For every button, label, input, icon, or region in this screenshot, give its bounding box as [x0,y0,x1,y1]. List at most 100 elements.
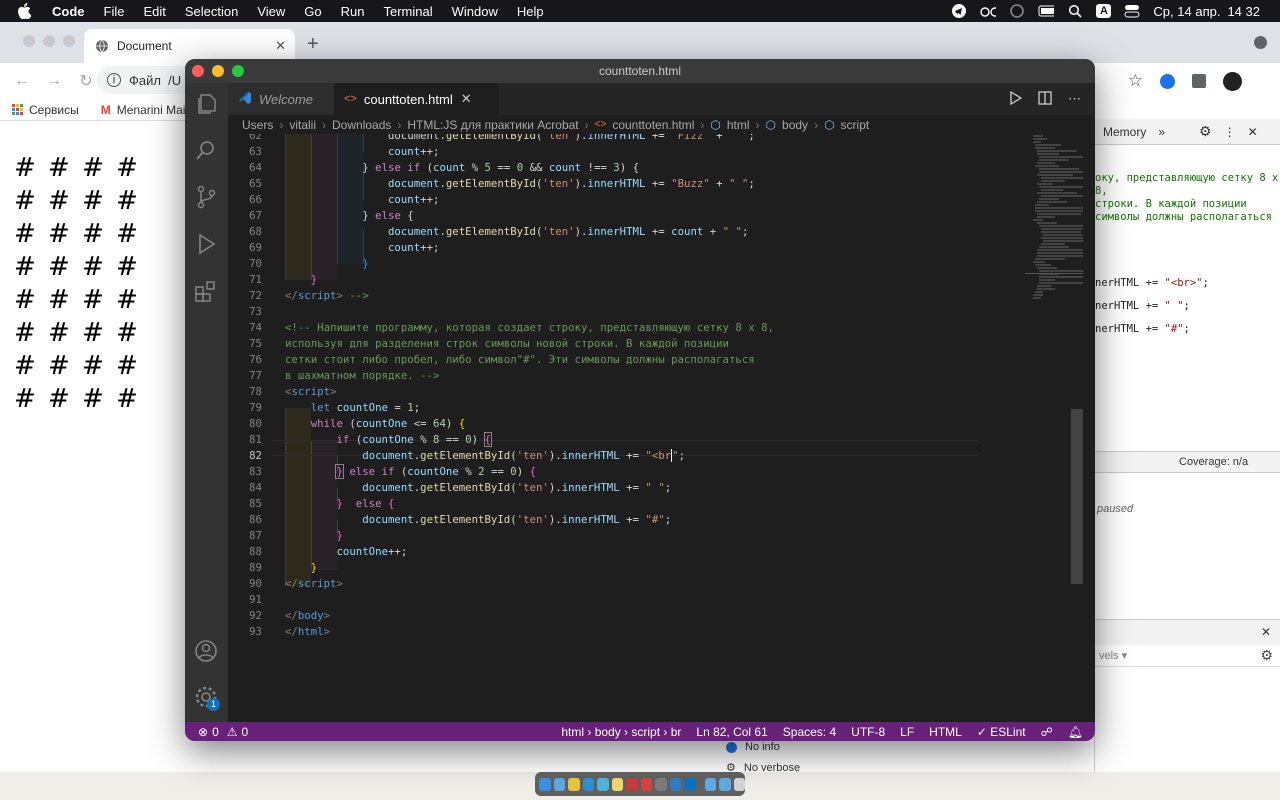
status-path[interactable]: html › body › script › br [561,725,681,739]
forward-icon[interactable]: → [44,72,64,90]
dock-app-icon[interactable] [655,777,667,791]
back-icon[interactable]: ← [12,72,32,90]
breadcrumb-item[interactable]: Users [242,118,273,132]
close-window-button[interactable] [192,65,204,77]
breadcrumb-item[interactable]: vitalii [289,118,316,132]
dock-app-icon[interactable] [553,777,565,791]
dock-app-icon[interactable] [626,777,638,791]
split-editor-icon[interactable] [1038,91,1052,108]
close-tab-icon[interactable]: ✕ [461,91,472,107]
breadcrumb-item[interactable]: body [782,118,808,132]
menu-file[interactable]: File [104,4,125,19]
control-center-icon[interactable] [1124,4,1140,18]
dock-app-icon[interactable] [669,777,681,791]
spotlight-search-icon[interactable] [1067,4,1083,18]
breadcrumb-item[interactable]: script [841,118,870,132]
more-actions-icon[interactable]: ⋯ [1068,91,1081,108]
bookmark-apps[interactable]: Сервисы [12,103,79,117]
close-tab-icon[interactable]: ✕ [275,38,286,54]
log-levels-dropdown[interactable]: vels ▾ [1099,650,1127,662]
menu-terminal[interactable]: Terminal [384,4,433,19]
menu-window[interactable]: Window [452,4,498,19]
chrome-tab-document[interactable]: Document ✕ [84,29,295,63]
manage-gear-icon[interactable]: 1 [193,684,220,711]
dock-app-icon[interactable] [611,777,623,791]
battery-icon[interactable] [1038,4,1055,18]
problems-indicator[interactable]: ⊗ 0 ⚠ 0 [198,725,248,739]
breadcrumb-item[interactable]: HTML:JS для практики Acrobat [407,118,578,132]
keyboard-layout-icon[interactable]: A [1096,4,1112,18]
breadcrumb-item[interactable]: Downloads [332,118,391,132]
console-close-icon[interactable]: ✕ [1261,625,1271,639]
apple-icon[interactable] [17,3,33,19]
console-settings-icon[interactable]: ⚙ [1260,647,1273,664]
minimize-window-button[interactable] [212,65,224,77]
status-eslint[interactable]: ✓ ESLint [977,725,1026,739]
extensions-icon[interactable] [193,277,219,303]
dock-app-icon[interactable] [597,777,609,791]
dock-folder-icon[interactable] [704,777,716,791]
source-token: nerHTML += [1095,277,1165,289]
devtools-tab-memory[interactable]: Memory [1103,125,1146,139]
feedback-icon[interactable]: ☍ [1041,725,1053,739]
run-icon[interactable] [1008,90,1023,108]
menu-app-name[interactable]: Code [52,4,85,19]
status-eol[interactable]: LF [900,725,914,739]
bookmark-mail[interactable]: M Menarini Mail [101,103,188,117]
source-control-icon[interactable] [193,184,219,210]
dock-app-icon[interactable] [582,777,594,791]
reload-icon[interactable]: ↻ [76,71,96,91]
devtools-settings-icon[interactable]: ⚙ [1199,123,1212,140]
devtools-menu-icon[interactable]: ⋮ [1224,125,1236,139]
zoom-window-button[interactable] [232,65,244,77]
notifications-bell-icon[interactable]: 🔔︎ [1068,725,1083,739]
dock-app-icon[interactable] [568,777,580,791]
explorer-icon[interactable] [193,91,219,117]
dock-app-icon[interactable] [640,777,652,791]
devtools-close-icon[interactable]: ✕ [1248,125,1258,139]
menu-go[interactable]: Go [304,4,321,19]
minimap[interactable] [1025,134,1083,304]
bookmark-star-icon[interactable]: ☆ [1128,71,1143,91]
debugger-paused-text: paused [1097,503,1134,515]
profile-avatar[interactable] [1223,71,1242,91]
devtools-more-tabs[interactable]: » [1158,125,1165,139]
extension-blue-icon[interactable] [1160,73,1175,89]
dock-folder-icon[interactable] [719,777,731,791]
glasses-icon[interactable] [980,4,997,18]
hash-row: # # # # [14,384,140,414]
dock-app-icon[interactable] [684,777,696,791]
telegram-icon[interactable] [951,4,967,18]
status-language[interactable]: HTML [929,725,962,739]
code-editor[interactable]: 62 document.getElementById('ten').innerH… [228,134,1083,722]
menu-view[interactable]: View [257,4,285,19]
menu-help[interactable]: Help [517,4,544,19]
new-tab-icon[interactable]: + [307,33,319,56]
globe-icon [95,39,109,53]
trash-icon[interactable] [733,777,745,791]
activity-ring-icon[interactable] [1009,4,1025,18]
menu-edit[interactable]: Edit [143,4,165,19]
tab-welcome[interactable]: Welcome [228,83,334,115]
tab-counttoten[interactable]: <> counttoten.html ✕ [334,83,499,115]
editor-scrollbar[interactable] [1071,409,1083,584]
dock-app-icon[interactable] [539,777,551,791]
status-indentation[interactable]: Spaces: 4 [783,725,836,739]
tab-search-icon[interactable] [1254,36,1267,49]
status-cursor-position[interactable]: Ln 82, Col 61 [696,725,767,739]
hash-grid-output: # # # # # # # # # # # # # # # # # # # # … [14,152,140,416]
breadcrumb-item[interactable]: html [727,118,750,132]
info-icon[interactable]: i [107,73,121,87]
status-encoding[interactable]: UTF-8 [851,725,885,739]
menu-run[interactable]: Run [341,4,365,19]
breadcrumb-item[interactable]: counttoten.html [612,118,694,132]
accounts-icon[interactable] [193,638,219,664]
chrome-window-controls[interactable] [23,35,75,47]
menubar-time[interactable]: 14 32 [1227,4,1260,19]
menubar-date[interactable]: Ср, 14 апр. [1153,4,1220,19]
menu-selection[interactable]: Selection [185,4,238,19]
run-and-debug-icon[interactable] [193,231,219,257]
search-icon[interactable] [193,138,219,164]
level-no-info[interactable]: No info [700,741,810,756]
extensions-puzzle-icon[interactable] [1192,74,1206,88]
